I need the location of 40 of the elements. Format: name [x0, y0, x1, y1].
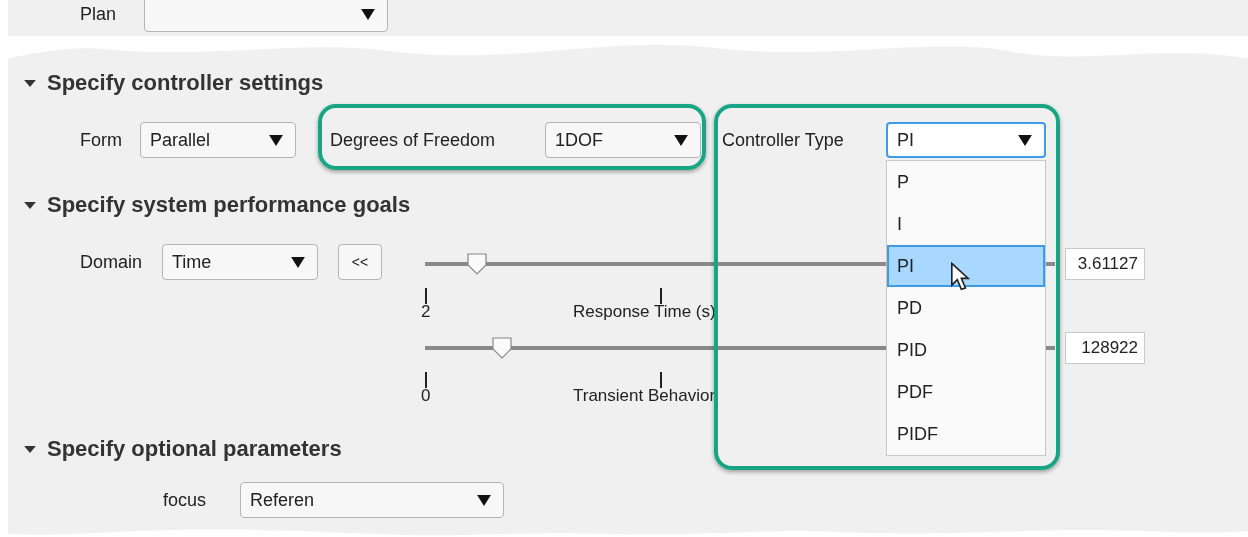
focus-dropdown[interactable]: Referen — [240, 482, 505, 518]
section-heading: Specify optional parameters — [47, 436, 342, 462]
dropdown-arrow-icon — [361, 8, 376, 20]
field-label: Plan — [80, 3, 117, 25]
dropdown-arrow-icon — [1018, 134, 1032, 146]
dropdown-option[interactable]: PDF — [887, 371, 1045, 413]
dropdown-arrow-icon — [674, 134, 688, 146]
dropdown-arrow-icon — [269, 134, 283, 146]
controller-type-dropdown[interactable]: PI — [886, 122, 1046, 158]
domain-dropdown[interactable]: Time — [162, 244, 319, 280]
value-field[interactable]: 128922 — [1065, 332, 1145, 364]
field-label: Domain — [80, 251, 143, 273]
dropdown-option[interactable]: PIDF — [887, 413, 1045, 455]
dof-dropdown[interactable]: 1DOF — [545, 122, 701, 158]
slider-thumb[interactable] — [467, 253, 488, 275]
tick-label: 0 — [421, 386, 431, 406]
field-label: Form — [80, 129, 122, 151]
slider-title: Response Time (s) — [573, 302, 716, 322]
field-label: focus — [163, 489, 207, 511]
section-heading: Specify system performance goals — [47, 192, 411, 218]
tick-label: 2 — [421, 302, 431, 322]
form-dropdown[interactable]: Parallel — [140, 122, 296, 158]
dropdown-arrow-icon — [477, 494, 492, 506]
field-label: Controller Type — [722, 129, 844, 151]
dropdown-option[interactable]: I — [887, 203, 1045, 245]
section-heading: Specify controller settings — [47, 70, 324, 96]
dropdown-option[interactable]: P — [887, 161, 1045, 203]
value-field[interactable]: 3.61127 — [1065, 248, 1145, 280]
mouse-pointer-icon — [950, 262, 970, 292]
collapse-triangle-icon[interactable] — [24, 79, 36, 87]
collapse-button[interactable]: << — [338, 244, 383, 280]
slider-thumb[interactable] — [492, 337, 513, 359]
slider-title: Transient Behavior — [573, 386, 716, 406]
collapse-triangle-icon[interactable] — [24, 201, 36, 209]
collapse-triangle-icon[interactable] — [24, 445, 36, 453]
dropdown-option[interactable]: PD — [887, 287, 1045, 329]
dropdown-option[interactable]: PI — [887, 245, 1045, 287]
dropdown-option[interactable]: PID — [887, 329, 1045, 371]
field-label: Degrees of Freedom — [330, 129, 496, 151]
dropdown-arrow-icon — [291, 256, 306, 268]
